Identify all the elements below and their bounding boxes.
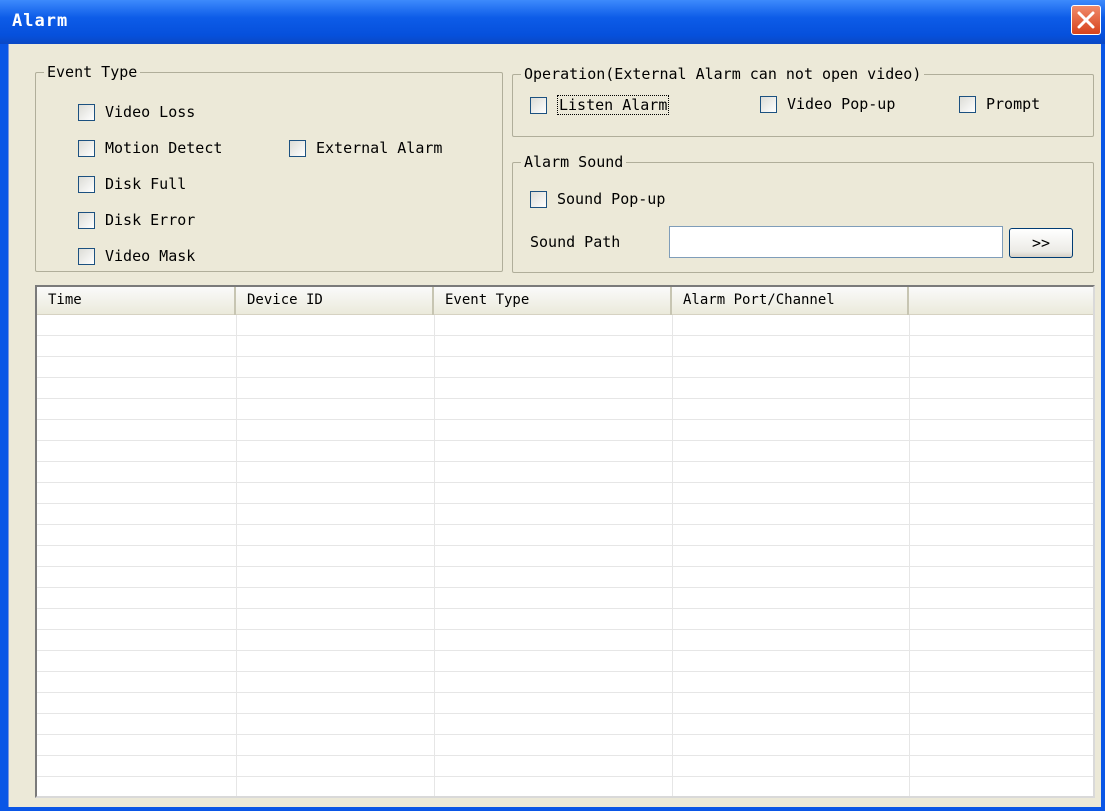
alarm-sound-legend: Alarm Sound <box>521 153 627 171</box>
video-mask-label: Video Mask <box>105 247 196 265</box>
column-header-device-id[interactable]: Device ID <box>236 287 434 315</box>
close-icon <box>1077 11 1095 29</box>
close-button[interactable] <box>1071 5 1101 35</box>
video-popup-checkbox[interactable]: Video Pop-up <box>760 95 895 113</box>
title-bar[interactable]: Alarm <box>0 0 1105 44</box>
disk-error-box[interactable] <box>78 211 95 229</box>
listen-alarm-box[interactable] <box>530 96 547 114</box>
column-header-event-type[interactable]: Event Type <box>434 287 672 315</box>
table-body <box>37 315 1093 796</box>
column-divider <box>236 315 237 796</box>
sound-popup-box[interactable] <box>530 190 547 208</box>
video-loss-box[interactable] <box>78 103 95 121</box>
window-title: Alarm <box>12 11 69 31</box>
client-area: Event Type Video Loss Motion Detect Exte… <box>8 44 1101 807</box>
listen-alarm-label: Listen Alarm <box>557 95 670 115</box>
column-divider <box>909 315 910 796</box>
external-alarm-label: External Alarm <box>316 139 443 157</box>
event-type-legend: Event Type <box>44 63 141 81</box>
column-header-blank[interactable] <box>909 287 1093 315</box>
alarm-sound-group: Alarm Sound Sound Pop-up Sound Path >> <box>512 153 1094 273</box>
prompt-checkbox[interactable]: Prompt <box>959 95 1040 113</box>
column-header-time[interactable]: Time <box>37 287 236 315</box>
sound-path-label: Sound Path <box>530 233 621 251</box>
operation-group: Operation(External Alarm can not open vi… <box>512 65 1094 137</box>
listen-alarm-checkbox[interactable]: Listen Alarm <box>530 95 670 115</box>
external-alarm-box[interactable] <box>289 139 306 157</box>
disk-error-label: Disk Error <box>105 211 196 229</box>
video-mask-checkbox[interactable]: Video Mask <box>78 247 195 265</box>
prompt-box[interactable] <box>959 95 976 113</box>
video-loss-label: Video Loss <box>105 103 196 121</box>
sound-path-input[interactable] <box>669 226 1003 258</box>
video-popup-label: Video Pop-up <box>787 95 896 113</box>
video-loss-checkbox[interactable]: Video Loss <box>78 103 195 121</box>
alarm-window: Alarm Event Type Video Loss Motion Detec… <box>0 0 1105 811</box>
browse-button[interactable]: >> <box>1009 228 1073 258</box>
prompt-label: Prompt <box>986 95 1041 113</box>
table-header: Time Device ID Event Type Alarm Port/Cha… <box>37 287 1093 315</box>
video-mask-box[interactable] <box>78 247 95 265</box>
external-alarm-checkbox[interactable]: External Alarm <box>289 139 442 157</box>
motion-detect-box[interactable] <box>78 139 95 157</box>
column-header-alarm-port-channel[interactable]: Alarm Port/Channel <box>672 287 909 315</box>
video-popup-box[interactable] <box>760 95 777 113</box>
sound-popup-checkbox[interactable]: Sound Pop-up <box>530 190 665 208</box>
disk-full-box[interactable] <box>78 175 95 193</box>
column-divider <box>434 315 435 796</box>
operation-legend: Operation(External Alarm can not open vi… <box>521 65 925 83</box>
disk-full-checkbox[interactable]: Disk Full <box>78 175 186 193</box>
motion-detect-label: Motion Detect <box>105 139 223 157</box>
sound-popup-label: Sound Pop-up <box>557 190 666 208</box>
column-divider <box>672 315 673 796</box>
motion-detect-checkbox[interactable]: Motion Detect <box>78 139 222 157</box>
alarm-list-table[interactable]: Time Device ID Event Type Alarm Port/Cha… <box>35 285 1095 798</box>
disk-full-label: Disk Full <box>105 175 187 193</box>
event-type-group: Event Type Video Loss Motion Detect Exte… <box>35 63 503 272</box>
disk-error-checkbox[interactable]: Disk Error <box>78 211 195 229</box>
